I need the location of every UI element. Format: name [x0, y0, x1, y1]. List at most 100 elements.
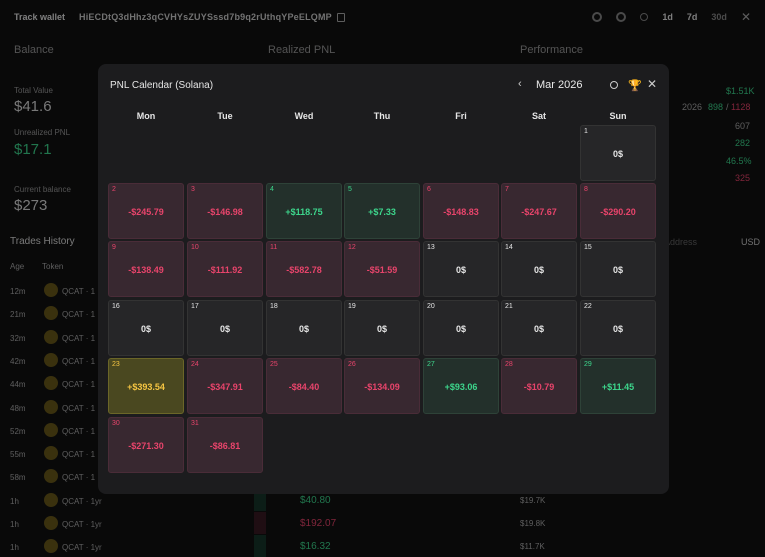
day-number: 30	[112, 420, 120, 427]
day-number: 23	[112, 361, 120, 368]
trophy-icon[interactable]: 🏆	[628, 79, 642, 92]
day-number: 11	[270, 244, 278, 251]
day-number: 6	[427, 186, 431, 193]
calendar-day[interactable]: 17 0$	[187, 300, 263, 356]
calendar-day[interactable]: 10 -$111.92	[187, 241, 263, 297]
calendar-day[interactable]: 13 0$	[423, 241, 499, 297]
weekday-thu: Thu	[373, 111, 391, 121]
calendar-day[interactable]: 9 -$138.49	[108, 241, 184, 297]
sync-icon[interactable]	[610, 81, 618, 89]
close-modal-button[interactable]: ✕	[647, 77, 657, 91]
day-pnl: 0$	[376, 324, 387, 334]
day-number: 7	[505, 186, 509, 193]
prev-month-button[interactable]: ‹	[518, 78, 522, 90]
calendar-day[interactable]: 2 -$245.79	[108, 183, 184, 239]
calendar-day[interactable]: 12 -$51.59	[344, 241, 420, 297]
calendar-day[interactable]: 22 0$	[580, 300, 656, 356]
day-pnl: -$111.92	[207, 265, 243, 275]
day-pnl: -$290.20	[600, 207, 636, 217]
day-pnl: 0$	[140, 324, 151, 334]
day-pnl: 0$	[455, 324, 466, 334]
day-number: 20	[427, 303, 435, 310]
calendar-day[interactable]: 31 -$86.81	[187, 417, 263, 473]
day-pnl: -$247.67	[521, 207, 557, 217]
day-pnl: -$245.79	[128, 207, 164, 217]
day-number: 17	[191, 303, 199, 310]
day-pnl: +$118.75	[285, 207, 323, 217]
modal-title: PNL Calendar (Solana)	[110, 80, 214, 91]
calendar-day[interactable]: 20 0$	[423, 300, 499, 356]
calendar-day[interactable]: 6 -$148.83	[423, 183, 499, 239]
day-number: 10	[191, 244, 199, 251]
day-number: 29	[584, 361, 592, 368]
calendar-day[interactable]: 15 0$	[580, 241, 656, 297]
calendar-day[interactable]: 5 +$7.33	[344, 183, 420, 239]
day-pnl: -$582.78	[286, 265, 322, 275]
day-number: 4	[270, 186, 274, 193]
calendar-day[interactable]: 25 -$84.40	[266, 358, 342, 414]
day-number: 8	[584, 186, 588, 193]
day-pnl: 0$	[298, 324, 309, 334]
calendar-day[interactable]: 3 -$146.98	[187, 183, 263, 239]
calendar-day[interactable]: 27 +$93.06	[423, 358, 499, 414]
day-pnl: -$271.30	[128, 441, 164, 451]
day-pnl: 0$	[612, 324, 623, 334]
calendar-day[interactable]: 1 0$	[580, 125, 656, 181]
day-number: 19	[348, 303, 356, 310]
calendar-day[interactable]: 29 +$11.45	[580, 358, 656, 414]
calendar-day[interactable]: 4 +$118.75	[266, 183, 342, 239]
calendar-day[interactable]: 21 0$	[501, 300, 577, 356]
day-pnl: 0$	[533, 324, 544, 334]
calendar-day[interactable]: 18 0$	[266, 300, 342, 356]
month-label: Mar 2026	[536, 79, 583, 91]
weekday-mon: Mon	[136, 111, 156, 121]
day-number: 14	[505, 244, 513, 251]
day-pnl: +$7.33	[368, 207, 396, 217]
weekday-fri: Fri	[455, 111, 467, 121]
calendar-day[interactable]: 30 -$271.30	[108, 417, 184, 473]
day-pnl: -$146.98	[207, 207, 243, 217]
day-number: 1	[584, 128, 588, 135]
weekday-sat: Sat	[531, 111, 546, 121]
calendar-day[interactable]: 14 0$	[501, 241, 577, 297]
day-number: 2	[112, 186, 116, 193]
pnl-calendar-modal: PNL Calendar (Solana) ‹ Mar 2026 🏆 ✕ Mon…	[98, 64, 669, 494]
day-number: 27	[427, 361, 435, 368]
calendar-day[interactable]: 11 -$582.78	[266, 241, 342, 297]
day-number: 28	[505, 361, 513, 368]
calendar-day[interactable]: 24 -$347.91	[187, 358, 263, 414]
day-pnl: -$347.91	[207, 382, 243, 392]
day-number: 21	[505, 303, 513, 310]
day-pnl: 0$	[612, 149, 623, 159]
day-pnl: 0$	[219, 324, 230, 334]
day-number: 26	[348, 361, 356, 368]
day-pnl: -$148.83	[443, 207, 479, 217]
day-pnl: +$93.06	[444, 382, 478, 392]
day-number: 5	[348, 186, 352, 193]
day-number: 18	[270, 303, 278, 310]
calendar-day[interactable]: 26 -$134.09	[344, 358, 420, 414]
day-pnl: -$51.59	[366, 265, 398, 275]
day-number: 3	[191, 186, 195, 193]
day-number: 31	[191, 420, 199, 427]
calendar-day[interactable]: 8 -$290.20	[580, 183, 656, 239]
day-pnl: 0$	[455, 265, 466, 275]
day-pnl: -$10.79	[523, 382, 555, 392]
day-pnl: -$84.40	[288, 382, 320, 392]
weekday-sun: Sun	[609, 111, 627, 121]
day-pnl: -$86.81	[209, 441, 241, 451]
day-pnl: -$134.09	[364, 382, 400, 392]
calendar-day[interactable]: 23 +$393.54	[108, 358, 184, 414]
calendar-day[interactable]: 28 -$10.79	[501, 358, 577, 414]
day-number: 15	[584, 244, 592, 251]
day-number: 12	[348, 244, 356, 251]
weekday-wed: Wed	[294, 111, 314, 121]
day-number: 13	[427, 244, 435, 251]
calendar-day[interactable]: 16 0$	[108, 300, 184, 356]
day-number: 9	[112, 244, 116, 251]
day-pnl: +$11.45	[601, 382, 635, 392]
weekday-tue: Tue	[217, 111, 233, 121]
day-number: 16	[112, 303, 120, 310]
calendar-day[interactable]: 7 -$247.67	[501, 183, 577, 239]
calendar-day[interactable]: 19 0$	[344, 300, 420, 356]
